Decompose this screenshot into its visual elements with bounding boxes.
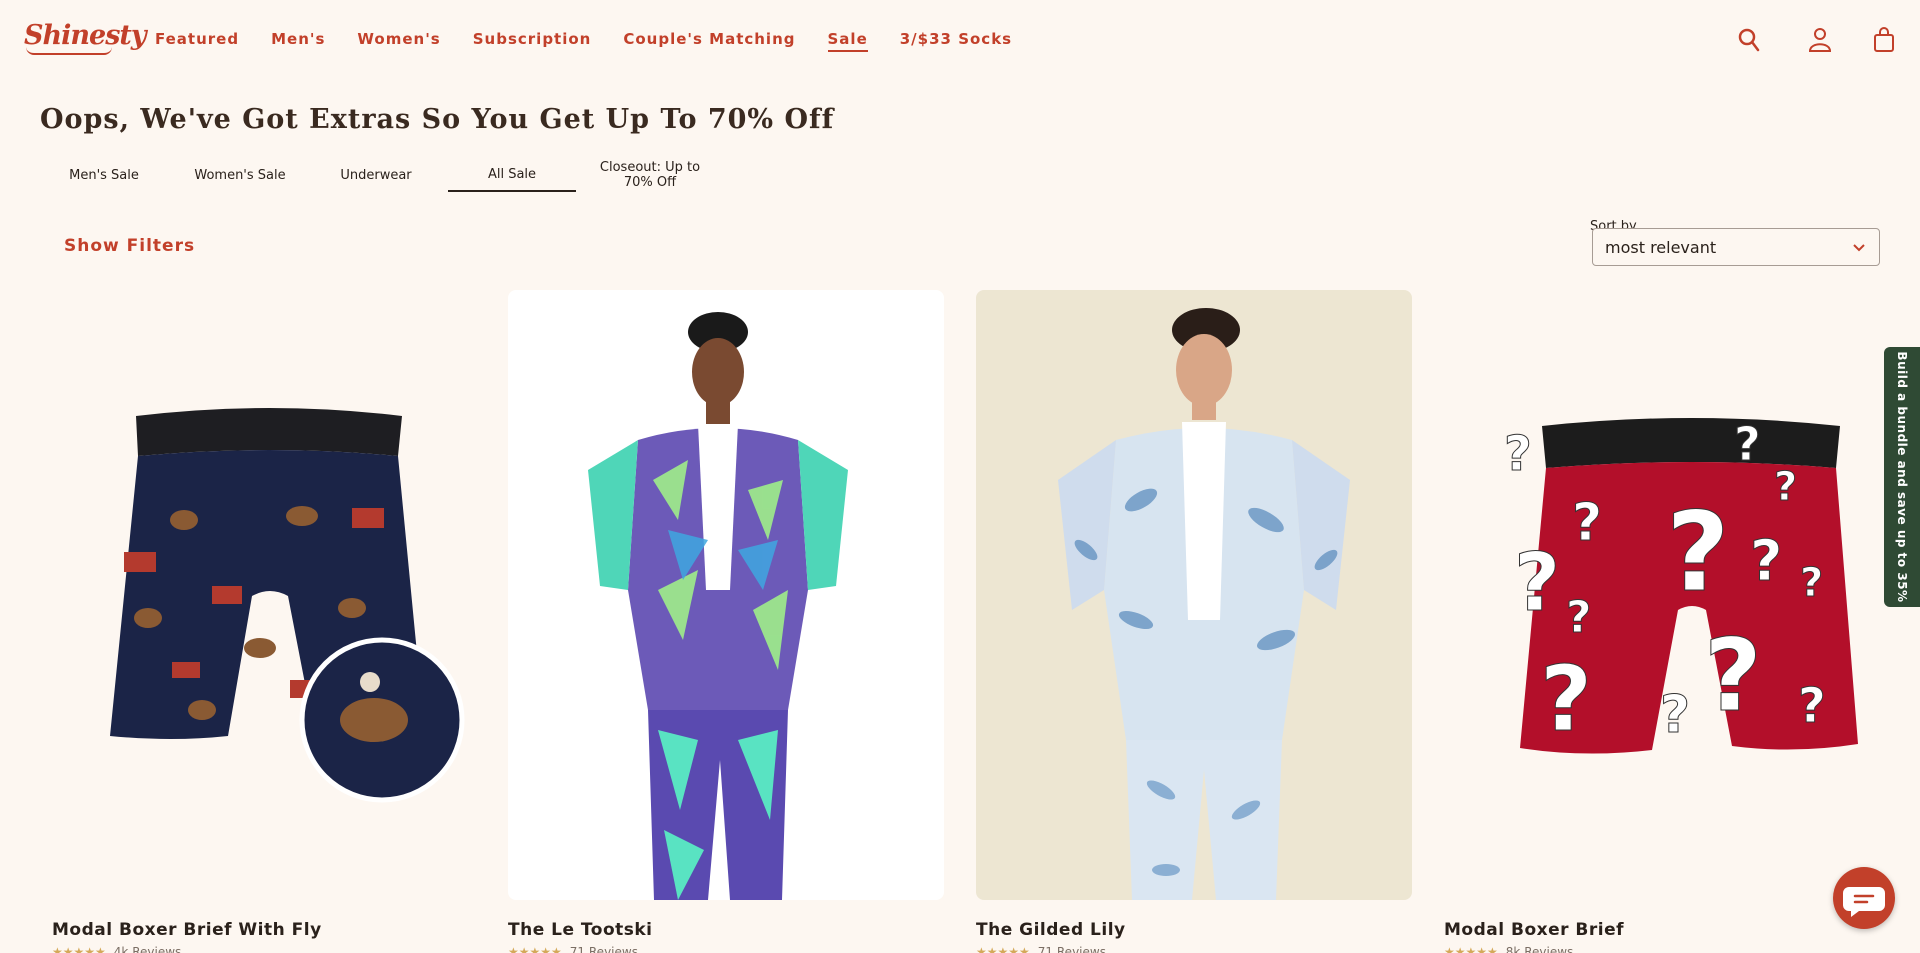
site-header: Shinesty Featured Men's Women's Subscrip… — [0, 0, 1920, 80]
product-rating: ★★★★★ 71 Reviews — [976, 945, 1106, 953]
review-count: 8k Reviews — [1505, 945, 1574, 953]
page-title: Oops, We've Got Extras So You Get Up To … — [40, 104, 835, 135]
svg-text:?: ? — [1704, 617, 1762, 734]
svg-text:?: ? — [1798, 678, 1826, 734]
nav-featured[interactable]: Featured — [155, 30, 239, 52]
svg-text:?: ? — [1800, 560, 1823, 606]
product-name[interactable]: The Gilded Lily — [976, 920, 1126, 940]
show-filters-button[interactable]: Show Filters — [64, 236, 195, 256]
product-image[interactable] — [52, 290, 488, 900]
product-rating: ★★★★★ 71 Reviews — [508, 945, 638, 953]
rating-stars: ★★★★★ — [976, 945, 1030, 953]
logo-swash — [26, 47, 112, 55]
chat-bubble-icon — [1843, 887, 1885, 917]
product-name[interactable]: The Le Tootski — [508, 920, 653, 940]
svg-text:?: ? — [1774, 464, 1797, 510]
review-count: 71 Reviews — [569, 945, 638, 953]
svg-text:?: ? — [1750, 529, 1782, 594]
tab-underwear[interactable]: Underwear — [312, 158, 440, 192]
rating-stars: ★★★★★ — [1444, 945, 1498, 953]
svg-text:?: ? — [1540, 647, 1592, 752]
product-image[interactable] — [976, 290, 1412, 900]
review-count: 4k Reviews — [113, 945, 182, 953]
chevron-down-icon — [1853, 244, 1865, 252]
nav-mens[interactable]: Men's — [271, 30, 325, 52]
svg-text:?: ? — [1504, 426, 1532, 482]
cart-icon[interactable] — [1871, 26, 1897, 54]
product-image[interactable]: ? ? ? ? ? ? ? ? ? ? ? ? ? — [1444, 290, 1880, 900]
product-name[interactable]: Modal Boxer Brief With Fly — [52, 920, 322, 940]
product-rating: ★★★★★ 8k Reviews — [1444, 945, 1573, 953]
rating-stars: ★★★★★ — [52, 945, 106, 953]
nav-sale[interactable]: Sale — [827, 30, 868, 52]
search-icon[interactable] — [1736, 26, 1762, 54]
svg-text:?: ? — [1734, 417, 1761, 471]
tab-womens-sale[interactable]: Women's Sale — [176, 158, 304, 192]
product-rating: ★★★★★ 4k Reviews — [52, 945, 181, 953]
bundle-tab-label: Build a bundle and save up to 35% — [1895, 351, 1909, 603]
nav-subscription[interactable]: Subscription — [473, 30, 592, 52]
build-bundle-tab[interactable]: Build a bundle and save up to 35% — [1884, 347, 1920, 607]
rating-stars: ★★★★★ — [508, 945, 562, 953]
nav-womens[interactable]: Women's — [357, 30, 440, 52]
svg-text:?: ? — [1572, 493, 1602, 553]
main-nav: Featured Men's Women's Subscription Coup… — [155, 30, 1044, 52]
nav-socks[interactable]: 3/$33 Socks — [900, 30, 1012, 52]
svg-text:?: ? — [1514, 536, 1560, 629]
sort-value: most relevant — [1605, 238, 1717, 257]
product-name[interactable]: Modal Boxer Brief — [1444, 920, 1624, 940]
nav-couples-matching[interactable]: Couple's Matching — [623, 30, 795, 52]
le-tootski-suit-image — [508, 290, 944, 900]
tab-all-sale[interactable]: All Sale — [448, 158, 576, 192]
product-image[interactable] — [508, 290, 944, 900]
svg-text:?: ? — [1660, 685, 1690, 745]
chat-button[interactable] — [1833, 867, 1895, 929]
svg-text:?: ? — [1666, 488, 1730, 616]
sort-select[interactable]: most relevant — [1592, 228, 1880, 266]
svg-text:?: ? — [1566, 592, 1592, 643]
account-icon[interactable] — [1807, 26, 1833, 54]
tab-mens-sale[interactable]: Men's Sale — [40, 158, 168, 192]
review-count: 71 Reviews — [1037, 945, 1106, 953]
tab-closeout[interactable]: Closeout: Up to 70% Off — [586, 158, 714, 192]
boxer-brief-navy-image — [52, 290, 488, 900]
gilded-lily-suit-image — [976, 290, 1412, 900]
mystery-boxer-brief-image: ? ? ? ? ? ? ? ? ? ? ? ? ? — [1444, 290, 1880, 900]
